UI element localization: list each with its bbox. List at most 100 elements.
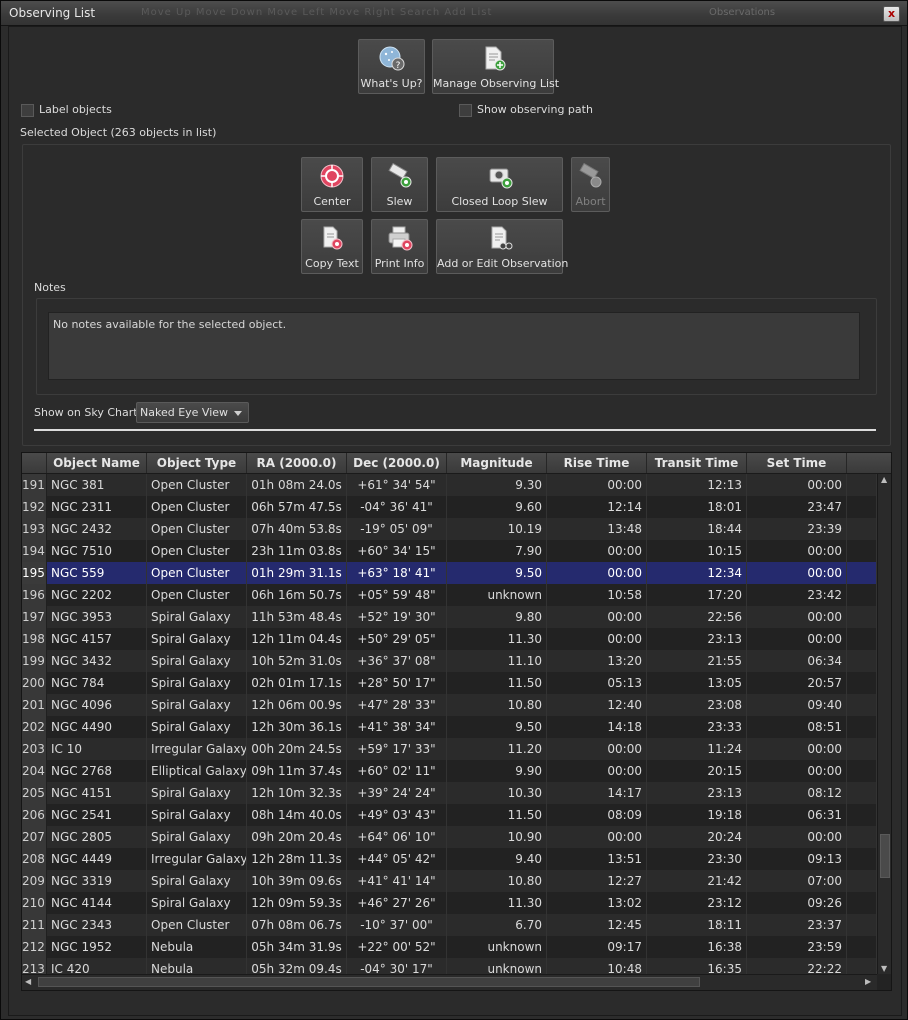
table-row[interactable]: 212 NGC 1952 Nebula 05h 34m 31.9s +22° 00' 5…	[22, 936, 877, 958]
table-row[interactable]: 198 NGC 4157 Spiral Galaxy 12h 11m 04.4s +50…	[22, 628, 877, 650]
row-number: 208	[22, 848, 47, 870]
table-row[interactable]: 206 NGC 2541 Spiral Galaxy 08h 14m 40.0s +49…	[22, 804, 877, 826]
table-row[interactable]: 193 NGC 2432 Open Cluster 07h 40m 53.8s -19°…	[22, 518, 877, 540]
column-header-object-name[interactable]: Object Name	[47, 453, 147, 473]
table-cell: +41° 38' 34"	[347, 716, 447, 738]
scroll-down-icon[interactable]: ▼	[881, 964, 887, 973]
row-number: 211	[22, 914, 47, 936]
table-cell: 00:00	[547, 760, 647, 782]
scroll-up-icon[interactable]: ▲	[881, 475, 887, 484]
table-cell: 00:00	[547, 628, 647, 650]
column-header-ra-2000-0[interactable]: RA (2000.0)	[247, 453, 347, 473]
table-cell: 12:13	[647, 474, 747, 496]
close-button[interactable]: x	[883, 6, 900, 22]
column-header-set-time[interactable]: Set Time	[747, 453, 847, 473]
column-header-dec-2000-0[interactable]: Dec (2000.0)	[347, 453, 447, 473]
table-cell: 10.80	[447, 694, 547, 716]
title-bar[interactable]: Observing List Move Up Move Down Move Le…	[1, 1, 907, 26]
manage-observing-list-button[interactable]: Manage Observing List	[432, 39, 559, 94]
table-row[interactable]: 200 NGC 784 Spiral Galaxy 02h 01m 17.1s +28°…	[22, 672, 877, 694]
table-cell: 11.50	[447, 672, 547, 694]
table-cell: 10.19	[447, 518, 547, 540]
table-row[interactable]: 191 NGC 381 Open Cluster 01h 08m 24.0s +61° …	[22, 474, 877, 496]
table-row[interactable]: 205 NGC 4151 Spiral Galaxy 12h 10m 32.3s +39…	[22, 782, 877, 804]
table-row[interactable]: 199 NGC 3432 Spiral Galaxy 10h 52m 31.0s +36…	[22, 650, 877, 672]
camera-slew-icon	[489, 168, 512, 189]
table-row[interactable]: 196 NGC 2202 Open Cluster 06h 16m 50.7s +05°…	[22, 584, 877, 606]
add-edit-observation-button[interactable]: Add or Edit Observation	[436, 219, 568, 274]
closed-loop-slew-button[interactable]: Closed Loop Slew	[436, 157, 563, 212]
row-number: 195	[22, 562, 47, 584]
show-observing-path-checkbox[interactable]	[459, 104, 472, 117]
table-cell: 00:00	[747, 606, 847, 628]
table-row-selected[interactable]: 195 NGC 559 Open Cluster 01h 29m 31.1s +63° …	[22, 562, 877, 584]
table-row[interactable]: 210 NGC 4144 Spiral Galaxy 12h 09m 59.3s +46…	[22, 892, 877, 914]
scroll-right-icon[interactable]: ▶	[865, 977, 871, 986]
table-row[interactable]: 201 NGC 4096 Spiral Galaxy 12h 06m 00.9s +47…	[22, 694, 877, 716]
table-row[interactable]: 207 NGC 2805 Spiral Galaxy 09h 20m 20.4s +64…	[22, 826, 877, 848]
table-cell: 07:00	[747, 870, 847, 892]
table-row[interactable]: 209 NGC 3319 Spiral Galaxy 10h 39m 09.6s +41…	[22, 870, 877, 892]
selected-object-heading: Selected Object (263 objects in list)	[20, 126, 217, 139]
label-objects-checkbox[interactable]	[21, 104, 34, 117]
sky-chart-view-dropdown[interactable]: Naked Eye View	[136, 402, 249, 423]
table-cell: 12:34	[647, 562, 747, 584]
table-cell: 22:56	[647, 606, 747, 628]
center-button[interactable]: Center	[301, 157, 363, 212]
column-header-rise-time[interactable]: Rise Time	[547, 453, 647, 473]
table-cell: +39° 24' 24"	[347, 782, 447, 804]
vertical-scroll-thumb[interactable]	[880, 834, 890, 878]
table-row[interactable]: 208 NGC 4449 Irregular Galaxy 12h 28m 11.3s…	[22, 848, 877, 870]
svg-text:?: ?	[395, 61, 400, 71]
column-header-transit-time[interactable]: Transit Time	[647, 453, 747, 473]
printer-icon	[388, 226, 412, 251]
column-header-object-type[interactable]: Object Type	[147, 453, 247, 473]
copy-text-label: Copy Text	[305, 257, 359, 270]
table-cell: 00:00	[747, 540, 847, 562]
table-cell: Spiral Galaxy	[147, 650, 247, 672]
table-cell: +22° 00' 52"	[347, 936, 447, 958]
notes-textarea[interactable]: No notes available for the selected obje…	[48, 312, 860, 380]
table-row[interactable]: 197 NGC 3953 Spiral Galaxy 11h 53m 48.4s +52…	[22, 606, 877, 628]
table-row[interactable]: 211 NGC 2343 Open Cluster 07h 08m 06.7s -10°…	[22, 914, 877, 936]
notes-text: No notes available for the selected obje…	[53, 318, 287, 331]
table-row[interactable]: 192 NGC 2311 Open Cluster 06h 57m 47.5s -04°…	[22, 496, 877, 518]
table-cell: Elliptical Galaxy	[147, 760, 247, 782]
table-cell: NGC 2311	[47, 496, 147, 518]
horizontal-scroll-thumb[interactable]	[38, 977, 700, 987]
vertical-scrollbar[interactable]: ▲ ▼	[877, 474, 891, 974]
column-header-magnitude[interactable]: Magnitude	[447, 453, 547, 473]
table-cell: 08:51	[747, 716, 847, 738]
table-cell-empty	[847, 650, 877, 672]
table-cell: 23:42	[747, 584, 847, 606]
table-row[interactable]: 202 NGC 4490 Spiral Galaxy 12h 30m 36.1s +41…	[22, 716, 877, 738]
table-cell: 9.50	[447, 562, 547, 584]
table-cell: 08h 14m 40.0s	[247, 804, 347, 826]
observing-list-table[interactable]: Object Name Object Type RA (2000.0) Dec (20…	[21, 452, 892, 991]
table-cell: NGC 2202	[47, 584, 147, 606]
table-cell-empty	[847, 892, 877, 914]
table-cell: 05h 34m 31.9s	[247, 936, 347, 958]
row-number: 203	[22, 738, 47, 760]
copy-text-button[interactable]: Copy Text	[301, 219, 363, 274]
table-row[interactable]: 194 NGC 7510 Open Cluster 23h 11m 03.8s +60°…	[22, 540, 877, 562]
whats-up-button[interactable]: ? What's Up?	[358, 39, 425, 94]
table-cell: 06h 57m 47.5s	[247, 496, 347, 518]
table-cell: 18:01	[647, 496, 747, 518]
table-cell: 07h 40m 53.8s	[247, 518, 347, 540]
table-row[interactable]: 203 IC 10 Irregular Galaxy 00h 20m 24.5s +59…	[22, 738, 877, 760]
table-cell: 23:08	[647, 694, 747, 716]
table-cell: 06h 16m 50.7s	[247, 584, 347, 606]
abort-button[interactable]: Abort	[571, 157, 610, 212]
whats-up-icon: ?	[379, 46, 404, 71]
print-info-button[interactable]: Print Info	[371, 219, 428, 274]
scroll-left-icon[interactable]: ◀	[25, 977, 31, 986]
table-cell: -19° 05' 09"	[347, 518, 447, 540]
horizontal-scrollbar[interactable]: ◀ ▶	[22, 974, 877, 990]
slew-button[interactable]: Slew	[371, 157, 428, 212]
table-cell: 00:00	[547, 540, 647, 562]
table-row[interactable]: 204 NGC 2768 Elliptical Galaxy 09h 11m 37.4…	[22, 760, 877, 782]
table-cell: 12:14	[547, 496, 647, 518]
table-cell-empty	[847, 562, 877, 584]
table-cell: Spiral Galaxy	[147, 694, 247, 716]
